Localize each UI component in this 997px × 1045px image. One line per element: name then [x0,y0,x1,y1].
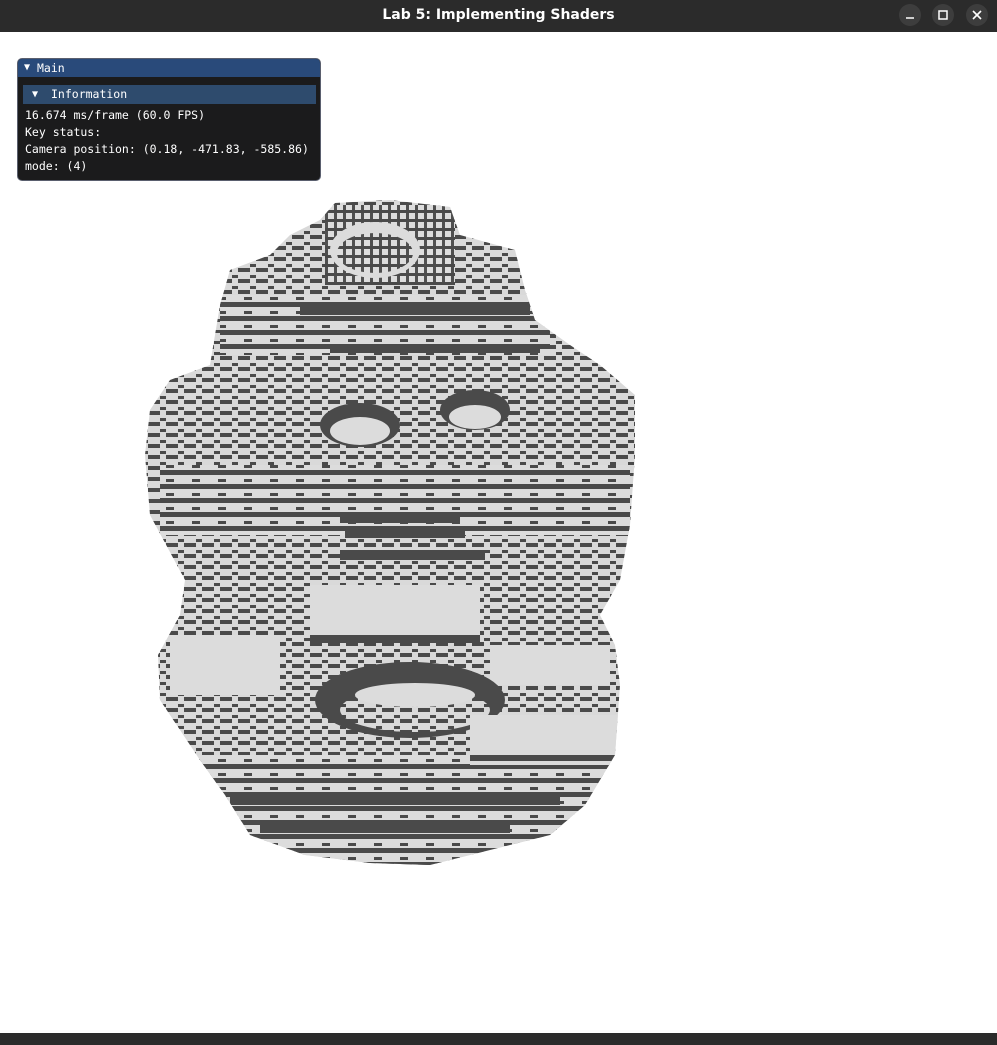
voxel-model-render [145,200,635,865]
mode-text: mode: (4) [25,159,88,173]
imgui-title-bar[interactable]: ▼ Main [18,59,320,77]
close-icon [972,10,982,20]
bottom-border [0,1033,997,1045]
imgui-window-title: Main [37,61,65,75]
imgui-main-window[interactable]: ▼ Main ▼ Information 16.674 ms/frame (60… [17,58,321,181]
information-header[interactable]: ▼ Information [23,85,316,104]
app-window: Lab 5: Implementing Shaders ▼ Main ▼ Inf… [0,0,997,1045]
key-status-text: Key status: [25,125,102,139]
window-title: Lab 5: Implementing Shaders [382,7,615,23]
minimize-icon [906,17,914,19]
fps-text: 16.674 ms/frame (60.0 FPS) [25,108,206,122]
information-header-label: Information [51,87,128,101]
collapse-arrow-icon[interactable]: ▼ [24,61,30,75]
expand-arrow-icon: ▼ [32,89,39,100]
maximize-icon [938,10,948,20]
close-button[interactable] [966,4,988,26]
camera-position-text: Camera position: (0.18, -471.83, -585.86… [25,142,309,156]
minimize-button[interactable] [899,4,921,26]
maximize-button[interactable] [932,4,954,26]
title-bar[interactable]: Lab 5: Implementing Shaders [0,0,997,32]
